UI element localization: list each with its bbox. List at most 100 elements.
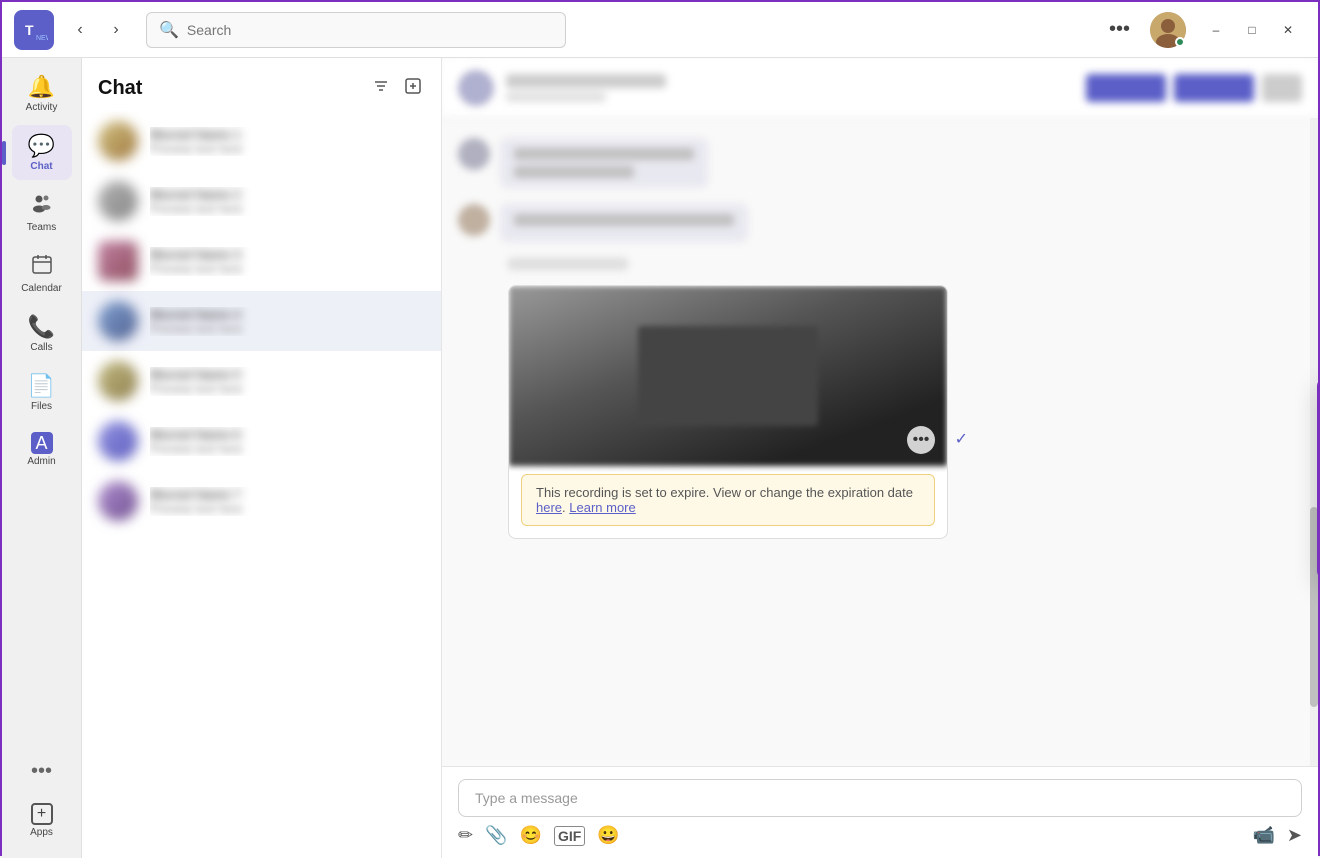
- more-options-button[interactable]: •••: [1101, 14, 1138, 45]
- chat-header-avatar: [458, 70, 494, 106]
- list-item[interactable]: Blurred Name 2 Preview text here: [82, 171, 441, 231]
- chat-header: [442, 58, 1318, 118]
- chat-info: Blurred Name 7 Preview text here: [150, 487, 425, 516]
- recording-sender: [508, 258, 628, 270]
- chat-info: Blurred Name 1 Preview text here: [150, 127, 425, 156]
- send-icon[interactable]: ➤: [1287, 825, 1302, 846]
- emoji-icon[interactable]: 😊: [520, 825, 542, 846]
- sidebar-item-activity[interactable]: 🔔 Activity: [12, 66, 72, 121]
- list-item[interactable]: Blurred Name 4 Preview text here: [82, 291, 441, 351]
- chat-info: Blurred Name 5 Preview text here: [150, 367, 425, 396]
- chat-avatar: [98, 361, 138, 401]
- chat-info: Blurred Name 6 Preview text here: [150, 427, 425, 456]
- recording-more-button[interactable]: •••: [907, 426, 935, 454]
- context-menu: Open in Stream Get link: [1317, 378, 1318, 579]
- list-item[interactable]: Blurred Name 3 Preview text here: [82, 231, 441, 291]
- sidebar-label-admin: Admin: [27, 456, 55, 467]
- chat-header-actions: [1086, 74, 1302, 102]
- chat-preview: Preview text here: [150, 442, 425, 456]
- chat-name: Blurred Name 4: [150, 307, 425, 322]
- compose-button[interactable]: [401, 74, 425, 103]
- here-link[interactable]: here: [536, 500, 562, 515]
- chat-preview: Preview text here: [150, 502, 425, 516]
- gif-icon[interactable]: GIF: [554, 826, 585, 846]
- attach-icon[interactable]: 📎: [485, 825, 507, 846]
- calendar-icon: [31, 253, 53, 281]
- user-avatar-container[interactable]: [1150, 12, 1186, 48]
- chat-name: Blurred Name 3: [150, 247, 425, 262]
- list-item[interactable]: Blurred Name 5 Preview text here: [82, 351, 441, 411]
- msg-bubble: [500, 138, 708, 188]
- message-input-placeholder: Type a message: [458, 779, 1302, 817]
- chat-icon: 💬: [28, 133, 55, 159]
- list-item[interactable]: Blurred Name 6 Preview text here: [82, 411, 441, 471]
- chat-header-sub: [506, 92, 606, 102]
- msg-avatar: [458, 138, 490, 170]
- sidebar-item-calls[interactable]: 📞 Calls: [12, 306, 72, 361]
- message-input-area: Type a message ✏ 📎 😊 GIF 😀 📹 ➤: [442, 766, 1318, 858]
- forward-button[interactable]: ›: [102, 16, 130, 44]
- svg-text:T: T: [25, 22, 34, 38]
- window-controls: – □ ✕: [1198, 12, 1306, 48]
- files-icon: 📄: [28, 373, 55, 399]
- chat-info: Blurred Name 4 Preview text here: [150, 307, 425, 336]
- message-row: [458, 204, 1302, 242]
- sidebar-item-calendar[interactable]: Calendar: [12, 245, 72, 302]
- sidebar-item-teams[interactable]: Teams: [12, 184, 72, 241]
- sidebar-label-calendar: Calendar: [21, 283, 62, 294]
- format-icon[interactable]: ✏: [458, 825, 473, 846]
- app-body: 🔔 Activity 💬 Chat Teams: [2, 58, 1318, 858]
- chat-name: Blurred Name 5: [150, 367, 425, 382]
- sticker-icon[interactable]: 😀: [597, 825, 619, 846]
- list-item[interactable]: Blurred Name 7 Preview text here: [82, 471, 441, 531]
- chat-avatar: [98, 301, 138, 341]
- sidebar-label-chat: Chat: [30, 161, 52, 172]
- chat-avatar: [98, 121, 138, 161]
- video-icon[interactable]: 📹: [1252, 825, 1274, 846]
- maximize-button[interactable]: □: [1234, 12, 1270, 48]
- recording-thumbnail: [509, 286, 947, 466]
- recording-expiry: This recording is set to expire. View or…: [521, 474, 935, 526]
- chat-header-info: [506, 74, 1086, 102]
- back-button[interactable]: ‹: [66, 16, 94, 44]
- messages-area[interactable]: ••• This recording is set to expire. Vie…: [442, 118, 1318, 766]
- sidebar-label-files: Files: [31, 401, 52, 412]
- chat-preview: Preview text here: [150, 202, 425, 216]
- chat-panel-title: Chat: [98, 77, 142, 100]
- expiry-text: This recording is set to expire. View or…: [536, 485, 913, 500]
- minimize-button[interactable]: –: [1198, 12, 1234, 48]
- chat-list-header: Chat: [82, 58, 441, 111]
- list-item[interactable]: Blurred Name 1 Preview text here: [82, 111, 441, 171]
- msg-bubble: [500, 204, 748, 242]
- teams-icon: [31, 192, 53, 220]
- read-receipt: ✓: [955, 429, 968, 449]
- sidebar-label-apps: Apps: [30, 827, 53, 838]
- sidebar-item-files[interactable]: 📄 Files: [12, 365, 72, 420]
- sidebar-more-button[interactable]: •••: [31, 760, 52, 783]
- search-bar[interactable]: 🔍: [146, 12, 566, 48]
- avatar-status: [1175, 37, 1185, 47]
- learn-more-link[interactable]: Learn more: [569, 500, 635, 515]
- filter-button[interactable]: [369, 74, 393, 103]
- chat-preview: Preview text here: [150, 322, 425, 336]
- activity-icon: 🔔: [28, 74, 55, 100]
- main-content: ••• This recording is set to expire. Vie…: [442, 58, 1318, 858]
- chat-preview: Preview text here: [150, 142, 425, 156]
- title-bar: T NEW ‹ › 🔍 ••• – □ ✕: [2, 2, 1318, 58]
- sidebar-item-chat[interactable]: 💬 Chat: [12, 125, 72, 180]
- message-row: [458, 138, 1302, 188]
- chat-preview: Preview text here: [150, 382, 425, 396]
- msg-avatar: [458, 204, 490, 236]
- chat-name: Blurred Name 7: [150, 487, 425, 502]
- sidebar-label-calls: Calls: [30, 342, 52, 353]
- message-toolbar: ✏ 📎 😊 GIF 😀 📹 ➤: [458, 825, 1302, 846]
- search-input[interactable]: [187, 22, 553, 38]
- close-button[interactable]: ✕: [1270, 12, 1306, 48]
- recording-container: ••• This recording is set to expire. Vie…: [508, 258, 948, 539]
- recording-card: ••• This recording is set to expire. Vie…: [508, 285, 948, 539]
- chat-name: Blurred Name 6: [150, 427, 425, 442]
- chat-avatar: [98, 421, 138, 461]
- sidebar-item-apps[interactable]: + Apps: [12, 795, 72, 846]
- svg-text:NEW: NEW: [36, 35, 48, 42]
- sidebar-item-admin[interactable]: A Admin: [12, 424, 72, 475]
